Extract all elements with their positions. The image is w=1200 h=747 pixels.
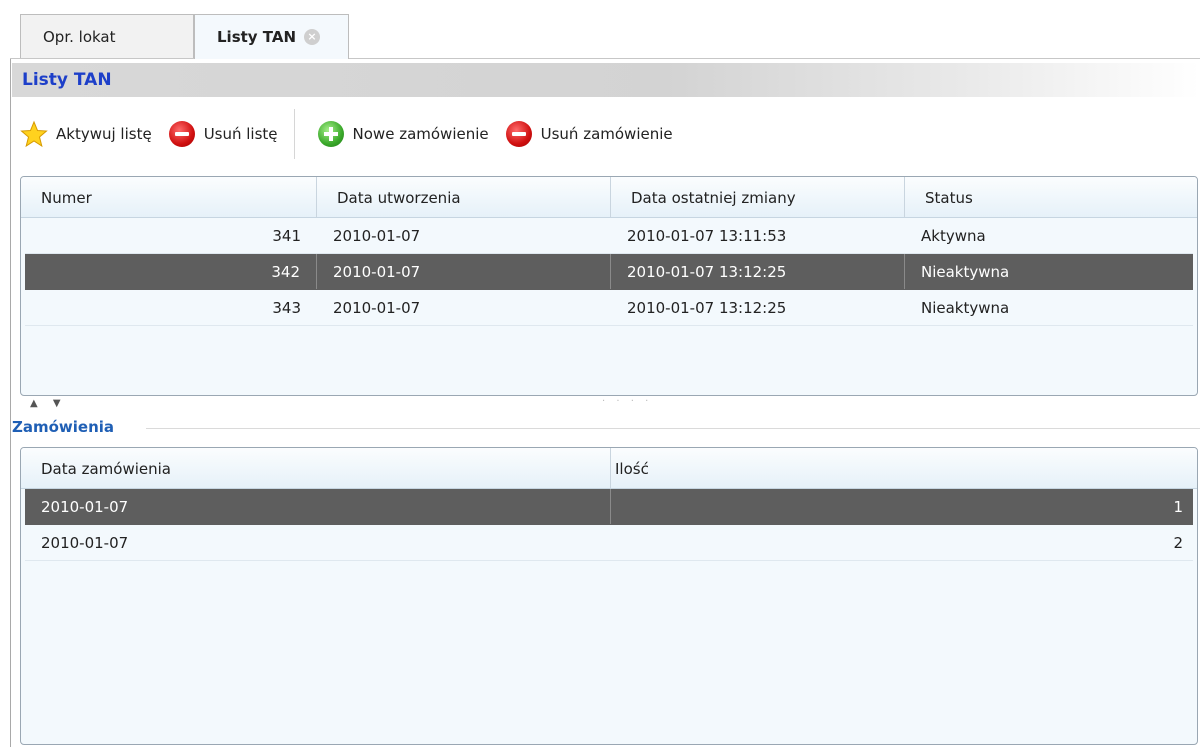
- column-header-data-zmiany[interactable]: Data ostatniej zmiany: [611, 177, 905, 217]
- cell-numer: 341: [272, 227, 301, 245]
- cell-data-zmiany: 2010-01-07 13:12:25: [611, 254, 905, 289]
- button-label: Usuń zamówienie: [540, 125, 673, 143]
- table-row[interactable]: 2010-01-07 1: [25, 489, 1193, 525]
- cell-status: Nieaktywna: [921, 299, 1010, 317]
- tab-listy-tan[interactable]: Listy TAN ×: [194, 14, 349, 59]
- cell-data-utworzenia: 2010-01-07: [317, 254, 611, 289]
- activate-list-button[interactable]: Aktywuj listę: [12, 114, 160, 154]
- table-row[interactable]: 341 2010-01-07 2010-01-07 13:11:53 Aktyw…: [25, 218, 1193, 254]
- cell-ilosc: 1: [1173, 498, 1183, 516]
- button-label: Aktywuj listę: [56, 125, 152, 143]
- button-label: Nowe zamówienie: [352, 125, 489, 143]
- toolbar-separator: [293, 109, 295, 159]
- cell-data-utworzenia: 2010-01-07: [333, 299, 421, 317]
- button-label: Usuń listę: [203, 125, 278, 143]
- section-divider: [146, 428, 1200, 429]
- table-row[interactable]: 342 2010-01-07 2010-01-07 13:12:25 Nieak…: [25, 254, 1193, 290]
- close-icon[interactable]: ×: [304, 29, 321, 45]
- column-header-ilosc[interactable]: Ilość: [611, 448, 1197, 488]
- table-row[interactable]: 343 2010-01-07 2010-01-07 13:12:25 Nieak…: [25, 290, 1193, 326]
- remove-icon: [505, 120, 533, 148]
- splitter-handle[interactable]: ▲ ▼ · · · ·: [20, 396, 1196, 410]
- cell-data: 2010-01-07: [41, 534, 129, 552]
- table-row[interactable]: 2010-01-07 2: [25, 525, 1193, 561]
- star-icon: [20, 120, 48, 148]
- page-title: Listy TAN: [22, 70, 112, 90]
- column-header-data-zamowienia[interactable]: Data zamówienia: [21, 448, 611, 488]
- cell-numer: 342: [25, 254, 317, 289]
- remove-icon: [168, 120, 196, 148]
- cell-ilosc: 2: [1173, 534, 1183, 552]
- column-header-data-utworzenia[interactable]: Data utworzenia: [317, 177, 611, 217]
- delete-list-button[interactable]: Usuń listę: [160, 114, 286, 154]
- cell-data-zmiany: 2010-01-07 13:12:25: [627, 299, 787, 317]
- cell-data-zmiany: 2010-01-07 13:11:53: [627, 227, 787, 245]
- tab-opr-lokat[interactable]: Opr. lokat: [20, 14, 194, 58]
- toolbar: Aktywuj listę Usuń listę Nowe zamówienie…: [12, 104, 1200, 164]
- tab-label: Listy TAN: [217, 28, 297, 46]
- cell-data-utworzenia: 2010-01-07: [333, 227, 421, 245]
- table-header: Numer Data utworzenia Data ostatniej zmi…: [21, 177, 1197, 218]
- column-header-numer[interactable]: Numer: [21, 177, 317, 217]
- tab-strip: Opr. lokat Listy TAN ×: [10, 10, 1200, 59]
- new-order-button[interactable]: Nowe zamówienie: [309, 114, 497, 154]
- cell-numer: 343: [272, 299, 301, 317]
- column-header-status[interactable]: Status: [905, 177, 1197, 217]
- tan-lists-table: Numer Data utworzenia Data ostatniej zmi…: [20, 176, 1198, 396]
- cell-status: Aktywna: [921, 227, 986, 245]
- panel-header: Listy TAN: [12, 63, 1200, 97]
- table-header: Data zamówienia Ilość: [21, 448, 1197, 489]
- orders-table: Data zamówienia Ilość 2010-01-07 1 2010-…: [20, 447, 1198, 745]
- cell-data: 2010-01-07: [25, 489, 611, 524]
- section-title: Zamówienia: [12, 418, 115, 436]
- cell-status: Nieaktywna: [921, 263, 1010, 281]
- grip-dots-icon: · · · ·: [602, 396, 653, 407]
- add-icon: [317, 120, 345, 148]
- tab-label: Opr. lokat: [43, 27, 116, 46]
- collapse-arrows-icon[interactable]: ▲ ▼: [30, 398, 67, 409]
- delete-order-button[interactable]: Usuń zamówienie: [497, 114, 681, 154]
